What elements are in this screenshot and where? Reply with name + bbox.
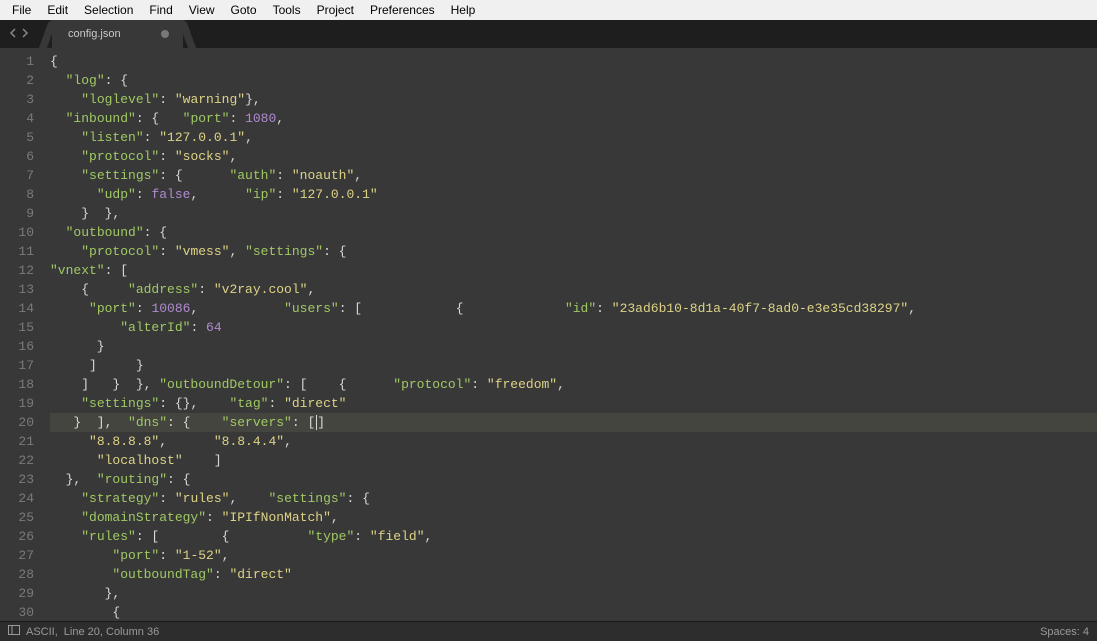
code-line[interactable]: } [50, 337, 1097, 356]
line-number: 13 [0, 280, 34, 299]
line-number: 1 [0, 52, 34, 71]
line-number: 14 [0, 299, 34, 318]
code-line[interactable]: "log": { [50, 71, 1097, 90]
status-position: Line 20, Column 36 [64, 626, 159, 638]
code-area[interactable]: { "log": { "loglevel": "warning"}, "inbo… [44, 48, 1097, 621]
code-line[interactable]: ] } [50, 356, 1097, 375]
code-line[interactable]: "port": "1-52", [50, 546, 1097, 565]
line-number: 25 [0, 508, 34, 527]
line-number: 8 [0, 185, 34, 204]
code-line[interactable]: "rules": [ { "type": "field", [50, 527, 1097, 546]
nav-back-icon[interactable] [8, 27, 18, 42]
line-number: 11 [0, 242, 34, 261]
editor[interactable]: 1234567891011121314151617181920212223242… [0, 48, 1097, 621]
line-number: 28 [0, 565, 34, 584]
menu-preferences[interactable]: Preferences [362, 1, 443, 19]
menu-selection[interactable]: Selection [76, 1, 141, 19]
nav-arrows [0, 27, 38, 42]
line-number: 12 [0, 261, 34, 280]
line-number: 16 [0, 337, 34, 356]
code-line[interactable]: ] } }, "outboundDetour": [ { "protocol":… [50, 375, 1097, 394]
gutter: 1234567891011121314151617181920212223242… [0, 48, 44, 621]
code-line[interactable]: "udp": false, "ip": "127.0.0.1" [50, 185, 1097, 204]
code-line[interactable]: "settings": {}, "tag": "direct" [50, 394, 1097, 413]
menu-edit[interactable]: Edit [39, 1, 76, 19]
code-line[interactable]: "domainStrategy": "IPIfNonMatch", [50, 508, 1097, 527]
code-line[interactable]: } }, [50, 204, 1097, 223]
code-line[interactable]: "listen": "127.0.0.1", [50, 128, 1097, 147]
menubar: FileEditSelectionFindViewGotoToolsProjec… [0, 0, 1097, 20]
statusbar: ASCII, Line 20, Column 36 Spaces: 4 [0, 621, 1097, 641]
line-number: 3 [0, 90, 34, 109]
code-line[interactable]: } ], "dns": { "servers": [] [50, 413, 1097, 432]
line-number: 29 [0, 584, 34, 603]
line-number: 27 [0, 546, 34, 565]
code-line[interactable]: "inbound": { "port": 1080, [50, 109, 1097, 128]
code-line[interactable]: "outbound": { [50, 223, 1097, 242]
toolbar: config.json [0, 20, 1097, 48]
code-line[interactable]: "alterId": 64 [50, 318, 1097, 337]
line-number: 5 [0, 128, 34, 147]
code-line[interactable]: { [50, 603, 1097, 621]
line-number: 24 [0, 489, 34, 508]
code-line[interactable]: "strategy": "rules", "settings": { [50, 489, 1097, 508]
code-line[interactable]: "loglevel": "warning"}, [50, 90, 1097, 109]
line-number: 9 [0, 204, 34, 223]
line-number: 17 [0, 356, 34, 375]
tab-config-json[interactable]: config.json [52, 20, 183, 48]
code-line[interactable]: "protocol": "vmess", "settings": { [50, 242, 1097, 261]
code-line[interactable]: "outboundTag": "direct" [50, 565, 1097, 584]
line-number: 21 [0, 432, 34, 451]
code-line[interactable]: "settings": { "auth": "noauth", [50, 166, 1097, 185]
line-number: 26 [0, 527, 34, 546]
line-number: 7 [0, 166, 34, 185]
line-number: 10 [0, 223, 34, 242]
line-number: 6 [0, 147, 34, 166]
nav-forward-icon[interactable] [20, 27, 30, 42]
menu-file[interactable]: File [4, 1, 39, 19]
tab-title: config.json [68, 28, 121, 40]
line-number: 30 [0, 603, 34, 622]
menu-goto[interactable]: Goto [223, 1, 265, 19]
menu-find[interactable]: Find [141, 1, 180, 19]
sidebar-toggle-icon[interactable] [8, 624, 20, 639]
code-line[interactable]: "port": 10086, "users": [ { "id": "23ad6… [50, 299, 1097, 318]
code-line[interactable]: "8.8.8.8", "8.8.4.4", [50, 432, 1097, 451]
line-number: 2 [0, 71, 34, 90]
line-number: 15 [0, 318, 34, 337]
code-line[interactable]: "localhost" ] [50, 451, 1097, 470]
line-number: 4 [0, 109, 34, 128]
code-line[interactable]: }, [50, 584, 1097, 603]
code-line[interactable]: { "address": "v2ray.cool", [50, 280, 1097, 299]
code-line[interactable]: "protocol": "socks", [50, 147, 1097, 166]
status-spaces[interactable]: Spaces: 4 [1040, 626, 1089, 638]
menu-help[interactable]: Help [443, 1, 484, 19]
menu-tools[interactable]: Tools [265, 1, 309, 19]
menu-project[interactable]: Project [309, 1, 362, 19]
code-line[interactable]: }, "routing": { [50, 470, 1097, 489]
code-line[interactable]: { [50, 52, 1097, 71]
line-number: 18 [0, 375, 34, 394]
line-number: 20 [0, 413, 34, 432]
line-number: 23 [0, 470, 34, 489]
code-line[interactable]: "vnext": [ [50, 261, 1097, 280]
tab-dirty-icon [161, 30, 169, 38]
status-encoding[interactable]: ASCII, [26, 626, 58, 638]
line-number: 19 [0, 394, 34, 413]
menu-view[interactable]: View [181, 1, 223, 19]
line-number: 22 [0, 451, 34, 470]
